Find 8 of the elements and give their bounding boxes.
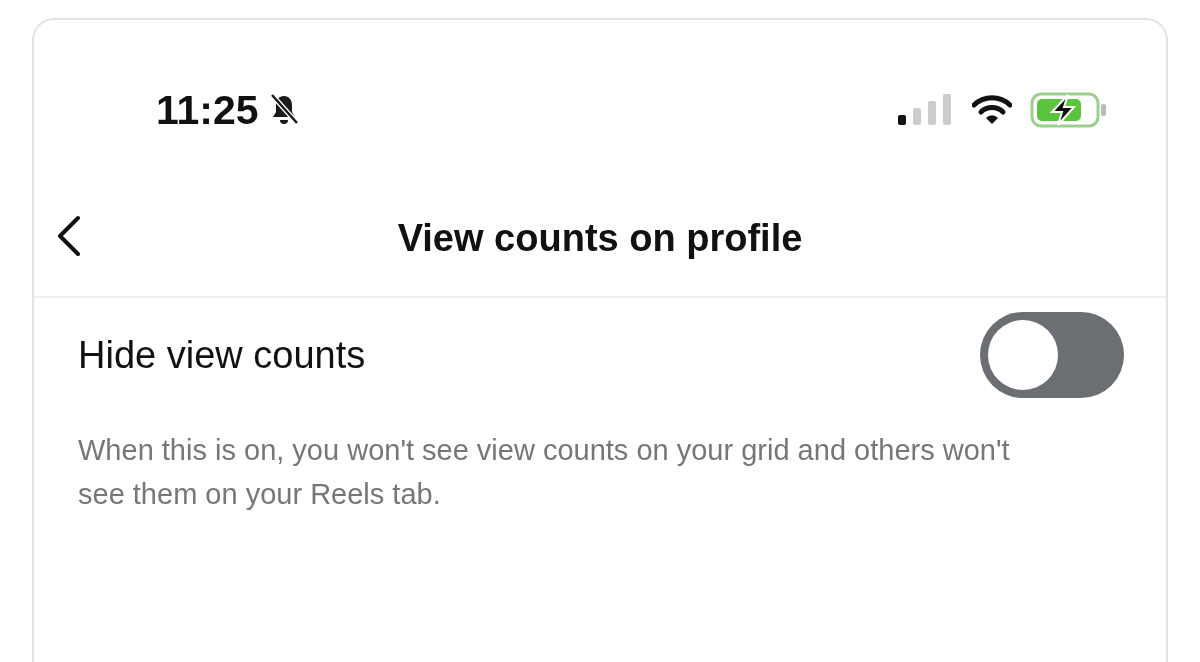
setting-label: Hide view counts xyxy=(78,333,366,377)
wifi-icon xyxy=(972,94,1012,126)
status-time: 11:25 xyxy=(156,86,259,134)
signal-icon xyxy=(898,93,954,127)
battery-charging-icon xyxy=(1030,92,1108,128)
bell-slash-icon xyxy=(268,93,299,127)
setting-description: When this is on, you won't see view counts on your grid and others won't see them on your Reels tab. xyxy=(78,433,1011,512)
screen-title: View counts on profile xyxy=(397,216,803,260)
